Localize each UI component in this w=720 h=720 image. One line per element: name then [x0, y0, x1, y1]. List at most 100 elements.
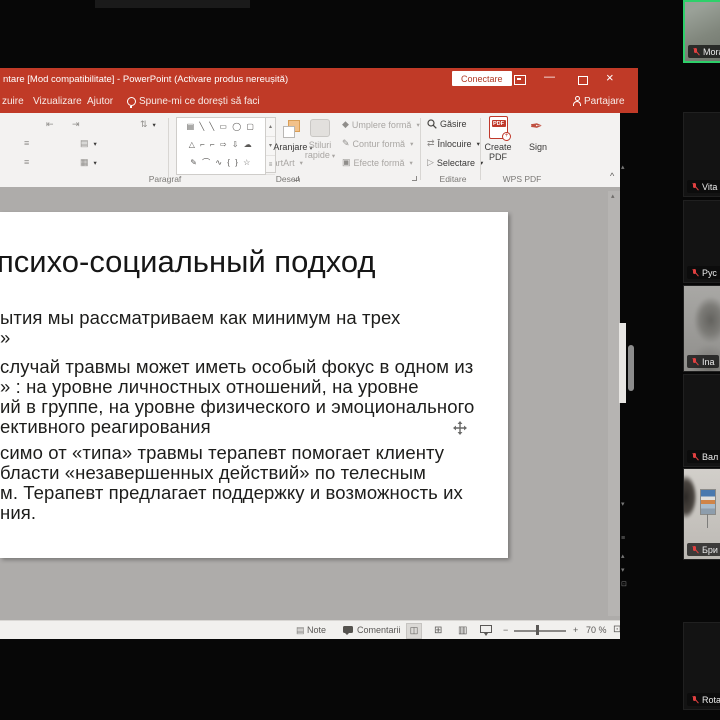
efecte-forma-button[interactable]: ▣ Efecte formă [342, 157, 413, 168]
select-icon: ▷ [427, 157, 434, 167]
participant-label: Vita [687, 180, 720, 193]
tab-ajutor[interactable]: Ajutor [87, 96, 113, 107]
participant-tile-active[interactable]: Moraru [683, 0, 720, 63]
previous-slide-fragment[interactable]: ▴ [621, 552, 625, 560]
participant-label: Ina [687, 355, 719, 368]
slide-body-line: ективного реагирования [0, 416, 211, 437]
gasire-button[interactable]: Găsire [427, 119, 467, 129]
slide-body-line: » : на уровне личностных отношений, на у… [0, 376, 419, 397]
participant-tile[interactable]: Ina [683, 285, 720, 372]
group-divider [420, 118, 421, 180]
participant-tile[interactable]: Vita [683, 112, 720, 197]
scroll-splitter-fragment: ≡ [621, 535, 626, 542]
comments-button[interactable]: Comentarii [357, 625, 401, 635]
gallery-more-icon[interactable]: ≡ [266, 156, 275, 175]
title-bar: ntare [Mod compatibilitate] - PowerPoint… [0, 68, 638, 91]
slide-sorter-view-button[interactable]: ⊞ [434, 625, 442, 636]
tab-revizuire[interactable]: zuire [2, 96, 24, 107]
ribbon-tab-row: zuire Vizualizare Ajutor Spune-mi ce dor… [0, 91, 638, 113]
shapes-row-2[interactable]: △ ⌐ ⌐ ⇨ ⇩ ☁ [177, 136, 265, 154]
participant-tile[interactable]: Вал [683, 374, 720, 467]
inlocuire-button[interactable]: ⇄ Înlocuire [427, 138, 480, 149]
normal-view-button[interactable]: ◫ [406, 623, 422, 639]
align-text-button[interactable]: ▤ [80, 138, 97, 149]
shapes-row-3[interactable]: ✎ ⌒ ∿ { } ☆ [177, 154, 265, 172]
move-cursor [453, 421, 467, 435]
selectare-button[interactable]: ▷ Selectare [427, 157, 483, 168]
participant-tile[interactable]: Бри [683, 468, 720, 560]
zoom-meeting-screen: ntare [Mod compatibilitate] - PowerPoint… [0, 0, 720, 720]
shapes-row-1[interactable]: ▤ ╲ ╲ ▭ ◯ ▢ [177, 118, 265, 136]
ppt-scrollbar-fragment [619, 323, 626, 403]
window-fragment [95, 0, 250, 8]
participant-label: Рус [687, 266, 720, 279]
umplere-forma-button[interactable]: ◆ Umplere formă [342, 119, 420, 130]
zoom-in-button[interactable]: + [573, 625, 578, 635]
decrease-indent-button[interactable]: ⇤ [46, 119, 54, 130]
gallery-up-icon[interactable]: ▴ [266, 118, 275, 137]
sign-button[interactable]: Sign [524, 142, 552, 152]
connect-button[interactable]: Conectare [452, 71, 512, 86]
filmstrip-scrollbar-thumb[interactable] [628, 345, 634, 391]
participant-label: Rota [687, 693, 720, 706]
comments-icon [343, 626, 353, 635]
tab-vizualizare[interactable]: Vizualizare [33, 96, 82, 107]
editare-group-label: Editare [439, 174, 467, 184]
participant-tile[interactable]: Rota [683, 622, 720, 710]
vertical-scrollbar-track[interactable] [608, 191, 620, 616]
muted-mic-icon [690, 695, 699, 705]
efecte-label: Efecte formă [353, 157, 405, 168]
search-icon [427, 119, 437, 129]
shapes-gallery[interactable]: ▤ ╲ ╲ ▭ ◯ ▢ △ ⌐ ⌐ ⇨ ⇩ ☁ ✎ ⌒ ∿ { } ☆ [176, 117, 266, 175]
slide-workspace: ▴ психо-социальный подход ытия мы рассма… [0, 187, 620, 620]
desen-group-label: Desen [275, 174, 301, 184]
slideshow-view-button[interactable] [480, 625, 492, 636]
zoom-level[interactable]: 70 % [586, 625, 607, 635]
slide-canvas[interactable]: психо-социальный подход ытия мы рассматр… [0, 212, 508, 558]
stiluri-rapide-button[interactable]: Stiluri rapide [298, 140, 342, 162]
slide-body-line: симо от «типа» травмы терапевт помогает … [0, 442, 445, 463]
slide-body-line: случай травмы может иметь особый фокус в… [0, 356, 474, 377]
line-spacing-button[interactable]: ⇅ [140, 119, 156, 130]
muted-mic-icon [690, 182, 699, 192]
notes-icon: ▤ [296, 625, 305, 635]
numbering-button[interactable]: ≡ [24, 157, 29, 167]
zoom-out-button[interactable]: − [503, 625, 508, 635]
scroll-up-arrow[interactable]: ▴ [611, 192, 615, 200]
reading-view-button[interactable]: ▥ [458, 625, 467, 636]
contur-label: Contur formă [352, 138, 406, 149]
participant-tile[interactable]: Рус [683, 200, 720, 283]
desen-dialog-launcher[interactable] [412, 176, 417, 181]
replace-icon: ⇄ [427, 138, 435, 148]
participant-name: Бри [702, 544, 718, 555]
contur-forma-button[interactable]: ✎ Contur formă [342, 138, 413, 149]
create-pdf-button[interactable]: Create PDF [482, 142, 514, 162]
participant-video-poster [700, 489, 716, 528]
maximize-button[interactable] [578, 76, 588, 85]
zoom-slider-thumb[interactable] [536, 625, 539, 635]
ribbon-display-options-icon[interactable] [514, 75, 526, 85]
scroll-arrow-fragment: ▴ [621, 164, 625, 171]
window-title: ntare [Mod compatibilitate] - PowerPoint… [3, 74, 289, 85]
columns-icon: ▦ [80, 157, 89, 167]
increase-indent-button[interactable]: ⇥ [72, 119, 80, 130]
next-slide-fragment[interactable]: ▾ [621, 566, 625, 574]
muted-mic-icon [690, 268, 699, 278]
minimize-button[interactable]: — [544, 71, 555, 83]
zoom-slider-track[interactable] [514, 630, 566, 632]
slide-body-line: ния. [0, 502, 37, 523]
scroll-box-fragment: ⊡ [621, 581, 627, 588]
sign-pen-icon: ✒ [530, 118, 543, 135]
bullets-button[interactable]: ≡ [24, 138, 29, 148]
notes-button[interactable]: Note [307, 625, 326, 635]
shape-outline-icon: ✎ [342, 138, 350, 148]
collapse-ribbon-chevron[interactable]: ^ [610, 171, 614, 181]
columns-button[interactable]: ▦ [80, 157, 97, 168]
tell-me-box[interactable]: Spune-mi ce dorești să faci [139, 96, 260, 107]
share-button[interactable]: Partajare [584, 96, 625, 107]
participant-name: Ina [702, 356, 715, 367]
participant-name: Moraru [703, 46, 720, 57]
close-button[interactable]: × [606, 71, 614, 84]
muted-mic-icon [690, 357, 699, 367]
participant-name: Vita [702, 181, 718, 192]
